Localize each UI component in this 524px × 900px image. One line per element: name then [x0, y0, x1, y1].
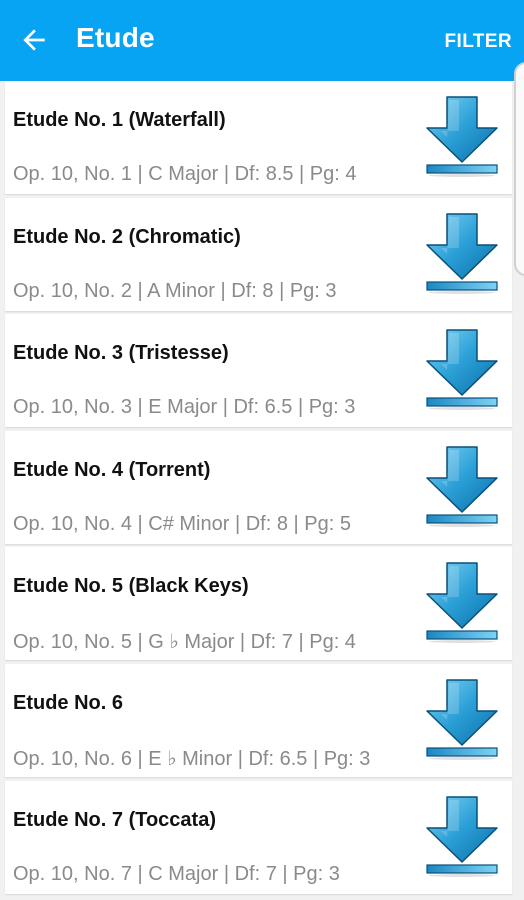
list-item[interactable]: Etude No. 3 (Tristesse) Op. 10, No. 3 | … — [5, 314, 512, 428]
item-subtitle: Op. 10, No. 5 | G ♭ Major | Df: 7 | Pg: … — [13, 631, 356, 654]
item-title: Etude No. 2 (Chromatic) — [13, 225, 241, 248]
item-title: Etude No. 5 (Black Keys) — [13, 575, 249, 598]
list-item[interactable]: Etude No. 1 (Waterfall) Op. 10, No. 1 | … — [5, 81, 512, 194]
item-subtitle: Op. 10, No. 1 | C Major | Df: 8.5 | Pg: … — [13, 163, 357, 185]
etude-list: Etude No. 1 (Waterfall) Op. 10, No. 1 | … — [5, 81, 512, 897]
list-item[interactable]: Etude No. 7 (Toccata) Op. 10, No. 7 | C … — [5, 780, 512, 894]
filter-button[interactable]: FILTER — [445, 31, 512, 53]
item-subtitle: Op. 10, No. 4 | C# Minor | Df: 8 | Pg: 5 — [13, 512, 351, 535]
item-title: Etude No. 7 (Toccata) — [13, 808, 216, 831]
list-item[interactable]: Etude No. 2 (Chromatic) Op. 10, No. 2 | … — [5, 197, 512, 311]
item-title: Etude No. 6 — [13, 691, 124, 714]
download-icon[interactable] — [421, 212, 503, 294]
item-subtitle: Op. 10, No. 7 | C Major | Df: 7 | Pg: 3 — [13, 862, 340, 885]
item-subtitle: Op. 10, No. 6 | E ♭ Minor | Df: 6.5 | Pg… — [13, 747, 371, 770]
download-icon[interactable] — [421, 561, 503, 644]
list-item[interactable]: Etude No. 6 Op. 10, No. 6 | E ♭ Minor | … — [5, 663, 512, 777]
item-title: Etude No. 4 (Torrent) — [13, 458, 211, 481]
list-item[interactable]: Etude No. 4 (Torrent) Op. 10, No. 4 | C#… — [5, 430, 512, 544]
app-bar: Etude FILTER — [0, 0, 524, 81]
download-icon[interactable] — [421, 95, 503, 177]
item-subtitle: Op. 10, No. 3 | E Major | Df: 6.5 | Pg: … — [13, 396, 356, 419]
download-icon[interactable] — [421, 445, 503, 527]
item-title: Etude No. 3 (Tristesse) — [13, 342, 229, 365]
download-icon[interactable] — [421, 678, 503, 760]
arrow-left-icon[interactable] — [18, 24, 50, 56]
edge-scroll-handle[interactable] — [514, 62, 524, 276]
page-title: Etude — [76, 22, 155, 53]
item-subtitle: Op. 10, No. 2 | A Minor | Df: 8 | Pg: 3 — [13, 279, 337, 302]
download-icon[interactable] — [421, 328, 503, 411]
list-item[interactable]: Etude No. 5 (Black Keys) Op. 10, No. 5 |… — [5, 547, 512, 661]
item-title: Etude No. 1 (Waterfall) — [13, 109, 226, 131]
download-icon[interactable] — [421, 795, 503, 877]
